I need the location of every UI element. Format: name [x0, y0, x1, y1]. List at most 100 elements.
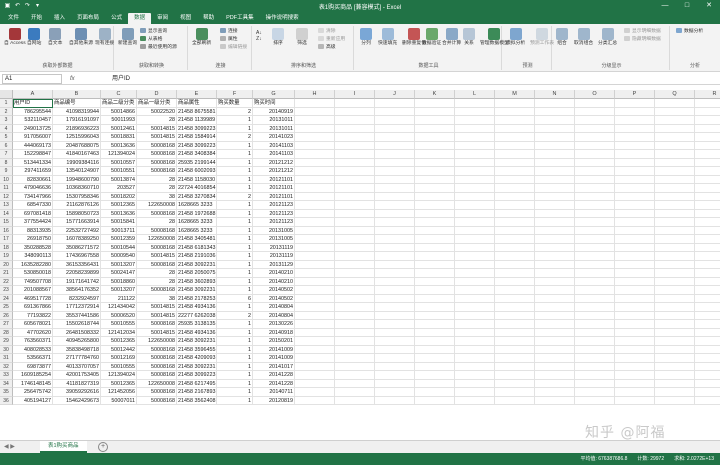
row-header[interactable]: 3 [0, 116, 13, 125]
column-header[interactable]: M [495, 90, 535, 99]
empty-cell[interactable] [575, 243, 615, 252]
row-header[interactable]: 16 [0, 226, 13, 235]
data-cell[interactable]: 1 [217, 124, 253, 133]
empty-cell[interactable] [655, 362, 695, 371]
empty-cell[interactable] [335, 354, 375, 363]
empty-cell[interactable] [695, 286, 720, 295]
empty-cell[interactable] [295, 192, 335, 201]
empty-cell[interactable] [455, 303, 495, 312]
empty-cell[interactable] [415, 192, 455, 201]
empty-cell[interactable] [415, 277, 455, 286]
data-cell[interactable]: 122650008 [137, 235, 177, 244]
data-cell[interactable]: 19171641742 [53, 277, 101, 286]
header-cell[interactable]: 用户ID [13, 99, 53, 108]
empty-cell[interactable] [455, 243, 495, 252]
empty-cell[interactable] [495, 320, 535, 329]
data-cell[interactable]: 50006520 [101, 311, 137, 320]
data-cell[interactable]: 1635282280 [13, 260, 53, 269]
column-header[interactable]: Q [655, 90, 695, 99]
data-cell[interactable]: 1 [217, 150, 253, 159]
empty-cell[interactable] [575, 362, 615, 371]
empty-cell[interactable] [415, 150, 455, 159]
row-header[interactable]: 19 [0, 252, 13, 261]
sort-az-button[interactable]: A↓ Z↓ [256, 30, 262, 42]
from-web-button[interactable]: 自网站 [27, 28, 41, 47]
empty-cell[interactable] [615, 167, 655, 176]
empty-cell[interactable] [535, 260, 575, 269]
data-cell[interactable]: 1 [217, 388, 253, 397]
data-cell[interactable]: 122650008 [137, 379, 177, 388]
empty-cell[interactable] [335, 158, 375, 167]
empty-cell[interactable] [495, 201, 535, 210]
data-cell[interactable]: 50012365 [101, 201, 137, 210]
empty-cell[interactable] [575, 277, 615, 286]
empty-cell[interactable] [495, 107, 535, 116]
tab-8[interactable]: 帮助 [197, 13, 220, 24]
empty-cell[interactable] [535, 192, 575, 201]
column-header[interactable]: E [177, 90, 217, 99]
empty-cell[interactable] [335, 396, 375, 405]
empty-cell[interactable] [495, 277, 535, 286]
data-analysis-button[interactable]: 数据分析 [676, 28, 703, 35]
data-cell[interactable]: 1 [217, 286, 253, 295]
empty-cell[interactable] [335, 175, 375, 184]
show-queries-button[interactable]: 显示查询 [140, 28, 167, 35]
data-cell[interactable]: 38 [137, 294, 177, 303]
fx-icon[interactable]: fx [70, 74, 75, 84]
empty-cell[interactable] [375, 303, 415, 312]
existing-connections-button[interactable]: 现有连接 [95, 28, 114, 47]
data-cell[interactable]: 469517728 [13, 294, 53, 303]
data-cell[interactable]: 1 [217, 167, 253, 176]
empty-cell[interactable] [375, 107, 415, 116]
empty-cell[interactable] [615, 201, 655, 210]
empty-cell[interactable] [495, 345, 535, 354]
empty-cell[interactable] [455, 294, 495, 303]
empty-cell[interactable] [415, 124, 455, 133]
from-text-button[interactable]: 自文本 [48, 28, 62, 47]
data-cell[interactable]: 749507708 [13, 277, 53, 286]
data-cell[interactable]: 15462429673 [53, 396, 101, 405]
empty-cell[interactable] [295, 337, 335, 346]
empty-cell[interactable] [575, 175, 615, 184]
empty-cell[interactable] [535, 99, 575, 108]
data-cell[interactable]: 20131005 [253, 235, 295, 244]
empty-cell[interactable] [415, 286, 455, 295]
empty-cell[interactable] [455, 201, 495, 210]
data-cell[interactable]: 21162876126 [53, 201, 101, 210]
empty-cell[interactable] [335, 345, 375, 354]
empty-cell[interactable] [695, 235, 720, 244]
empty-cell[interactable] [375, 252, 415, 261]
data-cell[interactable]: 121394024 [101, 371, 137, 380]
empty-cell[interactable] [415, 226, 455, 235]
data-cell[interactable]: 20140919 [253, 107, 295, 116]
empty-cell[interactable] [695, 133, 720, 142]
empty-cell[interactable] [575, 328, 615, 337]
empty-cell[interactable] [575, 150, 615, 159]
data-cell[interactable]: 1 [217, 209, 253, 218]
empty-cell[interactable] [655, 226, 695, 235]
empty-cell[interactable] [495, 388, 535, 397]
data-cell[interactable]: 201088567 [13, 286, 53, 295]
empty-cell[interactable] [295, 277, 335, 286]
empty-cell[interactable] [455, 99, 495, 108]
empty-cell[interactable] [615, 218, 655, 227]
empty-cell[interactable] [575, 167, 615, 176]
empty-cell[interactable] [415, 260, 455, 269]
data-cell[interactable]: 20141228 [253, 371, 295, 380]
from-table-button[interactable]: 从表格 [140, 36, 162, 43]
data-cell[interactable]: 19909384116 [53, 158, 101, 167]
column-header[interactable]: P [615, 90, 655, 99]
empty-cell[interactable] [535, 303, 575, 312]
empty-cell[interactable] [615, 311, 655, 320]
empty-cell[interactable] [535, 337, 575, 346]
empty-cell[interactable] [455, 124, 495, 133]
empty-cell[interactable] [495, 158, 535, 167]
empty-cell[interactable] [295, 175, 335, 184]
data-cell[interactable]: 21458 3405481 [177, 235, 217, 244]
ungroup-button[interactable]: 取消组合 [574, 28, 593, 47]
data-cell[interactable]: 1628665 3233 [177, 201, 217, 210]
redo-icon[interactable]: ↷ [24, 3, 31, 10]
empty-cell[interactable] [655, 209, 695, 218]
data-cell[interactable]: 50014815 [137, 303, 177, 312]
row-header[interactable]: 14 [0, 209, 13, 218]
